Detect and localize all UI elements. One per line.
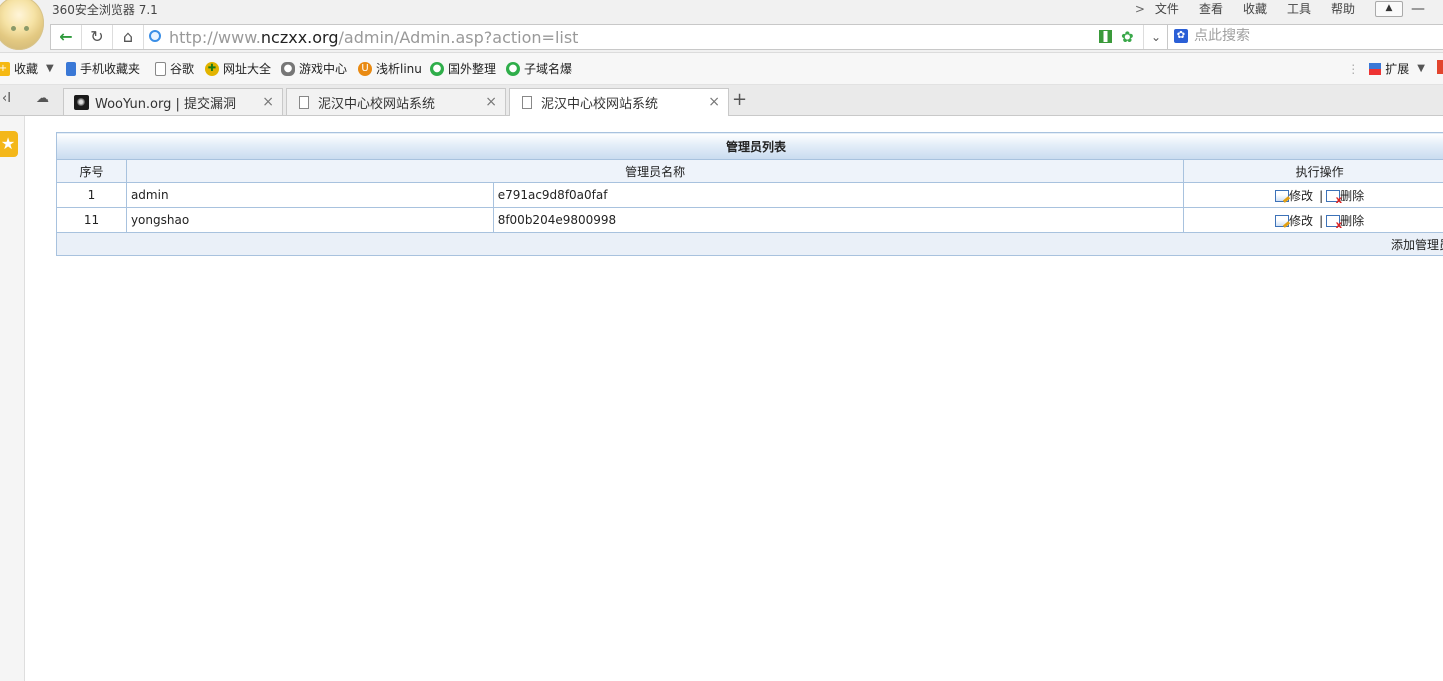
wooyun-icon [74,94,89,110]
header-index: 序号 [56,159,127,183]
edit-icon[interactable] [1275,214,1290,227]
row-password-hash: e791ac9d8f0a0faf [492,182,1185,208]
star-icon[interactable]: ★ [0,131,18,157]
table-row: 1 admin e791ac9d8f0a0faf 修改|删除 [56,182,1443,208]
cloud-icon[interactable]: ☁ [36,91,49,106]
search-input[interactable] [1194,27,1434,45]
page-icon [522,96,532,109]
extensions-icon [1369,62,1382,75]
u-icon: U [358,61,372,76]
close-icon[interactable]: × [485,94,497,110]
bookmark-linux[interactable]: U 浅析linu [358,60,422,77]
close-icon[interactable]: × [262,94,274,110]
edit-icon[interactable] [1275,189,1290,202]
chevron-down-icon[interactable]: ⌄ [1143,25,1168,49]
close-icon[interactable]: × [708,94,720,110]
bookmark-subdomain[interactable]: ● 子域名爆 [506,60,572,77]
page-icon [155,61,166,76]
bookmark-nav[interactable]: ✚ 网址大全 [205,60,271,77]
add-admin-link[interactable]: 添加管理员 [1391,238,1443,252]
site-globe-icon [149,30,161,42]
delete-icon[interactable] [1326,189,1342,206]
row-index: 1 [56,182,127,208]
navigation-box: ← ↻ ⌂ http://www.nczxx.org/admin/Admin.a… [50,24,1168,50]
new-tab-button[interactable]: + [732,89,747,110]
menu-help[interactable]: 帮助 [1331,0,1355,17]
menu-tools[interactable]: 工具 [1287,0,1311,17]
bookmark-mobile[interactable]: 手机收藏夹 [66,60,140,77]
bookmarks-bar: + 收藏 ▼ 手机收藏夹 谷歌 ✚ 网址大全 ● 游戏中心 U 浅析linu ●… [0,53,1443,85]
chevron-down-icon[interactable]: ▼ [46,63,54,74]
bookmark-google[interactable]: 谷歌 [155,60,194,77]
menu-bar: > 文件 查看 收藏 工具 帮助 ▲ — [1135,0,1425,17]
page-icon [299,95,309,109]
phone-icon [66,61,76,76]
side-panel: ★ [0,116,25,681]
tab-school-2-active[interactable]: 泥汉中心校网站系统 × [509,88,729,116]
menu-favorites[interactable]: 收藏 [1243,0,1267,17]
globe-icon: ● [506,61,520,76]
bookmark-favorites[interactable]: + 收藏 ▼ [0,60,54,77]
header-ops: 执行操作 [1183,159,1443,183]
delete-icon[interactable] [1326,214,1342,231]
delete-link[interactable]: 删除 [1340,214,1364,228]
row-username: admin [125,182,494,208]
delete-link[interactable]: 删除 [1340,189,1364,203]
home-button[interactable]: ⌂ [113,25,144,49]
search-box: ✿ [1167,24,1443,50]
tab-bar: ‹I ☁ WooYun.org | 提交漏洞 × 泥汉中心校网站系统 × 泥汉中… [0,85,1443,116]
admin-list-table: 管理员列表 序号 管理员名称 执行操作 1 admin e791ac9d8f0a… [56,132,1443,256]
bookmark-foreign[interactable]: ● 国外整理 [430,60,496,77]
extensions[interactable]: ⋮ 扩展 ▼ [1347,60,1425,77]
table-footer: 添加管理员 [56,232,1443,256]
address-bar: ← ↻ ⌂ http://www.nczxx.org/admin/Admin.a… [0,22,1443,53]
table-row: 11 yongshao 8f00b204e9800998 修改|删除 [56,207,1443,233]
bookmark-games[interactable]: ● 游戏中心 [281,60,347,77]
more-icon: ⋮ [1347,61,1360,76]
pin-icon[interactable]: ▲ [1375,0,1403,17]
qr-code-icon[interactable] [1099,30,1112,43]
row-index: 11 [56,207,127,233]
search-engine-icon[interactable]: ✿ [1174,29,1188,43]
leaf-icon[interactable]: ✿ [1121,28,1134,46]
row-actions: 修改|删除 [1183,207,1443,233]
gamepad-icon: ● [281,61,295,76]
chevron-down-icon[interactable]: ▼ [1417,63,1425,74]
app-title: 360安全浏览器 7.1 [52,3,158,17]
tab-scroll-left-icon[interactable]: ‹I [2,91,11,106]
minimize-button[interactable]: — [1411,1,1425,17]
globe-icon: ● [430,61,444,76]
nav-icon: ✚ [205,61,219,76]
edit-link[interactable]: 修改 [1289,214,1313,228]
title-bar: 360安全浏览器 7.1 > 文件 查看 收藏 工具 帮助 ▲ — [0,0,1443,50]
table-caption: 管理员列表 [56,132,1443,160]
edit-link[interactable]: 修改 [1289,189,1313,203]
tab-wooyun[interactable]: WooYun.org | 提交漏洞 × [63,88,283,115]
back-button[interactable]: ← [51,25,82,49]
row-actions: 修改|删除 [1183,182,1443,208]
menu-view[interactable]: 查看 [1199,0,1223,17]
tab-school-1[interactable]: 泥汉中心校网站系统 × [286,88,506,115]
row-password-hash: 8f00b204e9800998 [492,207,1185,233]
row-username: yongshao [125,207,494,233]
url-field[interactable]: http://www.nczxx.org/admin/Admin.asp?act… [169,28,578,47]
extension-badge-icon[interactable] [1437,60,1443,74]
menu-file[interactable]: 文件 [1155,0,1179,17]
header-name: 管理员名称 [125,159,1185,183]
chevron-right-icon[interactable]: > [1135,2,1145,16]
reload-button[interactable]: ↻ [82,25,113,49]
star-icon: + [0,61,10,76]
